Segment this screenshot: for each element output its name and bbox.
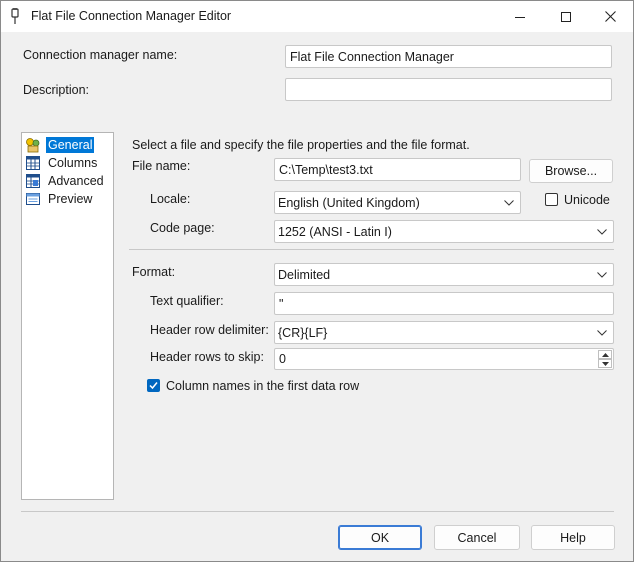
connection-plug-icon [11,8,19,24]
window-title: Flat File Connection Manager Editor [31,9,232,23]
footer-divider [21,511,614,512]
caret-down-icon [601,361,609,366]
file-name-input[interactable] [274,158,521,181]
header-row-delimiter-selected-value: {CR}{LF} [278,325,328,340]
format-selected-value: Delimited [278,267,331,282]
code-page-select[interactable]: 1252 (ANSI - Latin I) [274,220,614,243]
unicode-checkbox[interactable] [545,193,558,206]
nav-item-columns[interactable]: Columns [25,154,99,171]
section-divider [129,249,614,250]
nav-item-general[interactable]: General [25,136,95,153]
text-qualifier-label: Text qualifier: [150,294,224,308]
dialog-window: Flat File Connection Manager Editor Conn… [0,0,634,562]
connection-manager-name-input[interactable] [285,45,612,68]
minimize-icon [515,16,525,18]
help-button[interactable]: Help [531,525,615,550]
chevron-down-icon [504,199,514,206]
caret-up-icon [601,352,609,357]
nav-item-label: Columns [48,155,98,170]
maximize-button[interactable] [543,1,589,32]
browse-button[interactable]: Browse... [529,159,613,183]
intro-text: Select a file and specify the file prope… [132,138,470,152]
spin-down-button[interactable] [598,359,612,368]
header-row-delimiter-select[interactable]: {CR}{LF} [274,321,614,344]
columns-icon [26,155,40,170]
chevron-down-icon [597,329,607,336]
checkmark-icon [149,382,158,390]
nav-item-label: Advanced [48,173,104,188]
column-names-checkbox[interactable] [147,379,160,392]
advanced-icon [26,173,40,188]
locale-selected-value: English (United Kingdom) [278,195,420,210]
close-button[interactable] [587,1,633,32]
general-icon [26,137,40,152]
header-rows-spinner [598,350,613,368]
header-row-delimiter-label: Header row delimiter: [150,323,269,337]
chevron-down-icon [597,271,607,278]
text-qualifier-input[interactable] [274,292,614,315]
cancel-button[interactable]: Cancel [434,525,520,550]
locale-label: Locale: [150,192,191,206]
description-label: Description: [23,83,89,97]
code-page-label: Code page: [150,221,215,235]
nav-item-label: General [46,136,95,153]
file-name-label: File name: [132,159,191,173]
header-rows-to-skip-label: Header rows to skip: [150,350,264,364]
nav-item-label: Preview [48,191,93,206]
column-names-label: Column names in the first data row [166,379,360,393]
description-input[interactable] [285,78,612,101]
maximize-icon [561,11,571,22]
code-page-selected-value: 1252 (ANSI - Latin I) [278,224,392,239]
title-bar[interactable]: Flat File Connection Manager Editor [1,1,633,32]
minimize-button[interactable] [497,1,543,32]
format-label: Format: [132,265,176,279]
ok-button[interactable]: OK [338,525,422,550]
chevron-down-icon [597,228,607,235]
unicode-label: Unicode [564,193,610,207]
page-navigation-list[interactable]: General Columns Advanced Preview [21,132,114,500]
locale-select[interactable]: English (United Kingdom) [274,191,521,214]
header-rows-to-skip-input[interactable] [274,348,614,370]
close-icon [604,11,616,22]
nav-item-advanced[interactable]: Advanced [25,172,106,189]
connection-manager-name-label: Connection manager name: [23,48,178,62]
preview-icon [26,192,40,205]
nav-item-preview[interactable]: Preview [25,190,94,207]
spin-up-button[interactable] [598,350,612,359]
format-select[interactable]: Delimited [274,263,614,286]
